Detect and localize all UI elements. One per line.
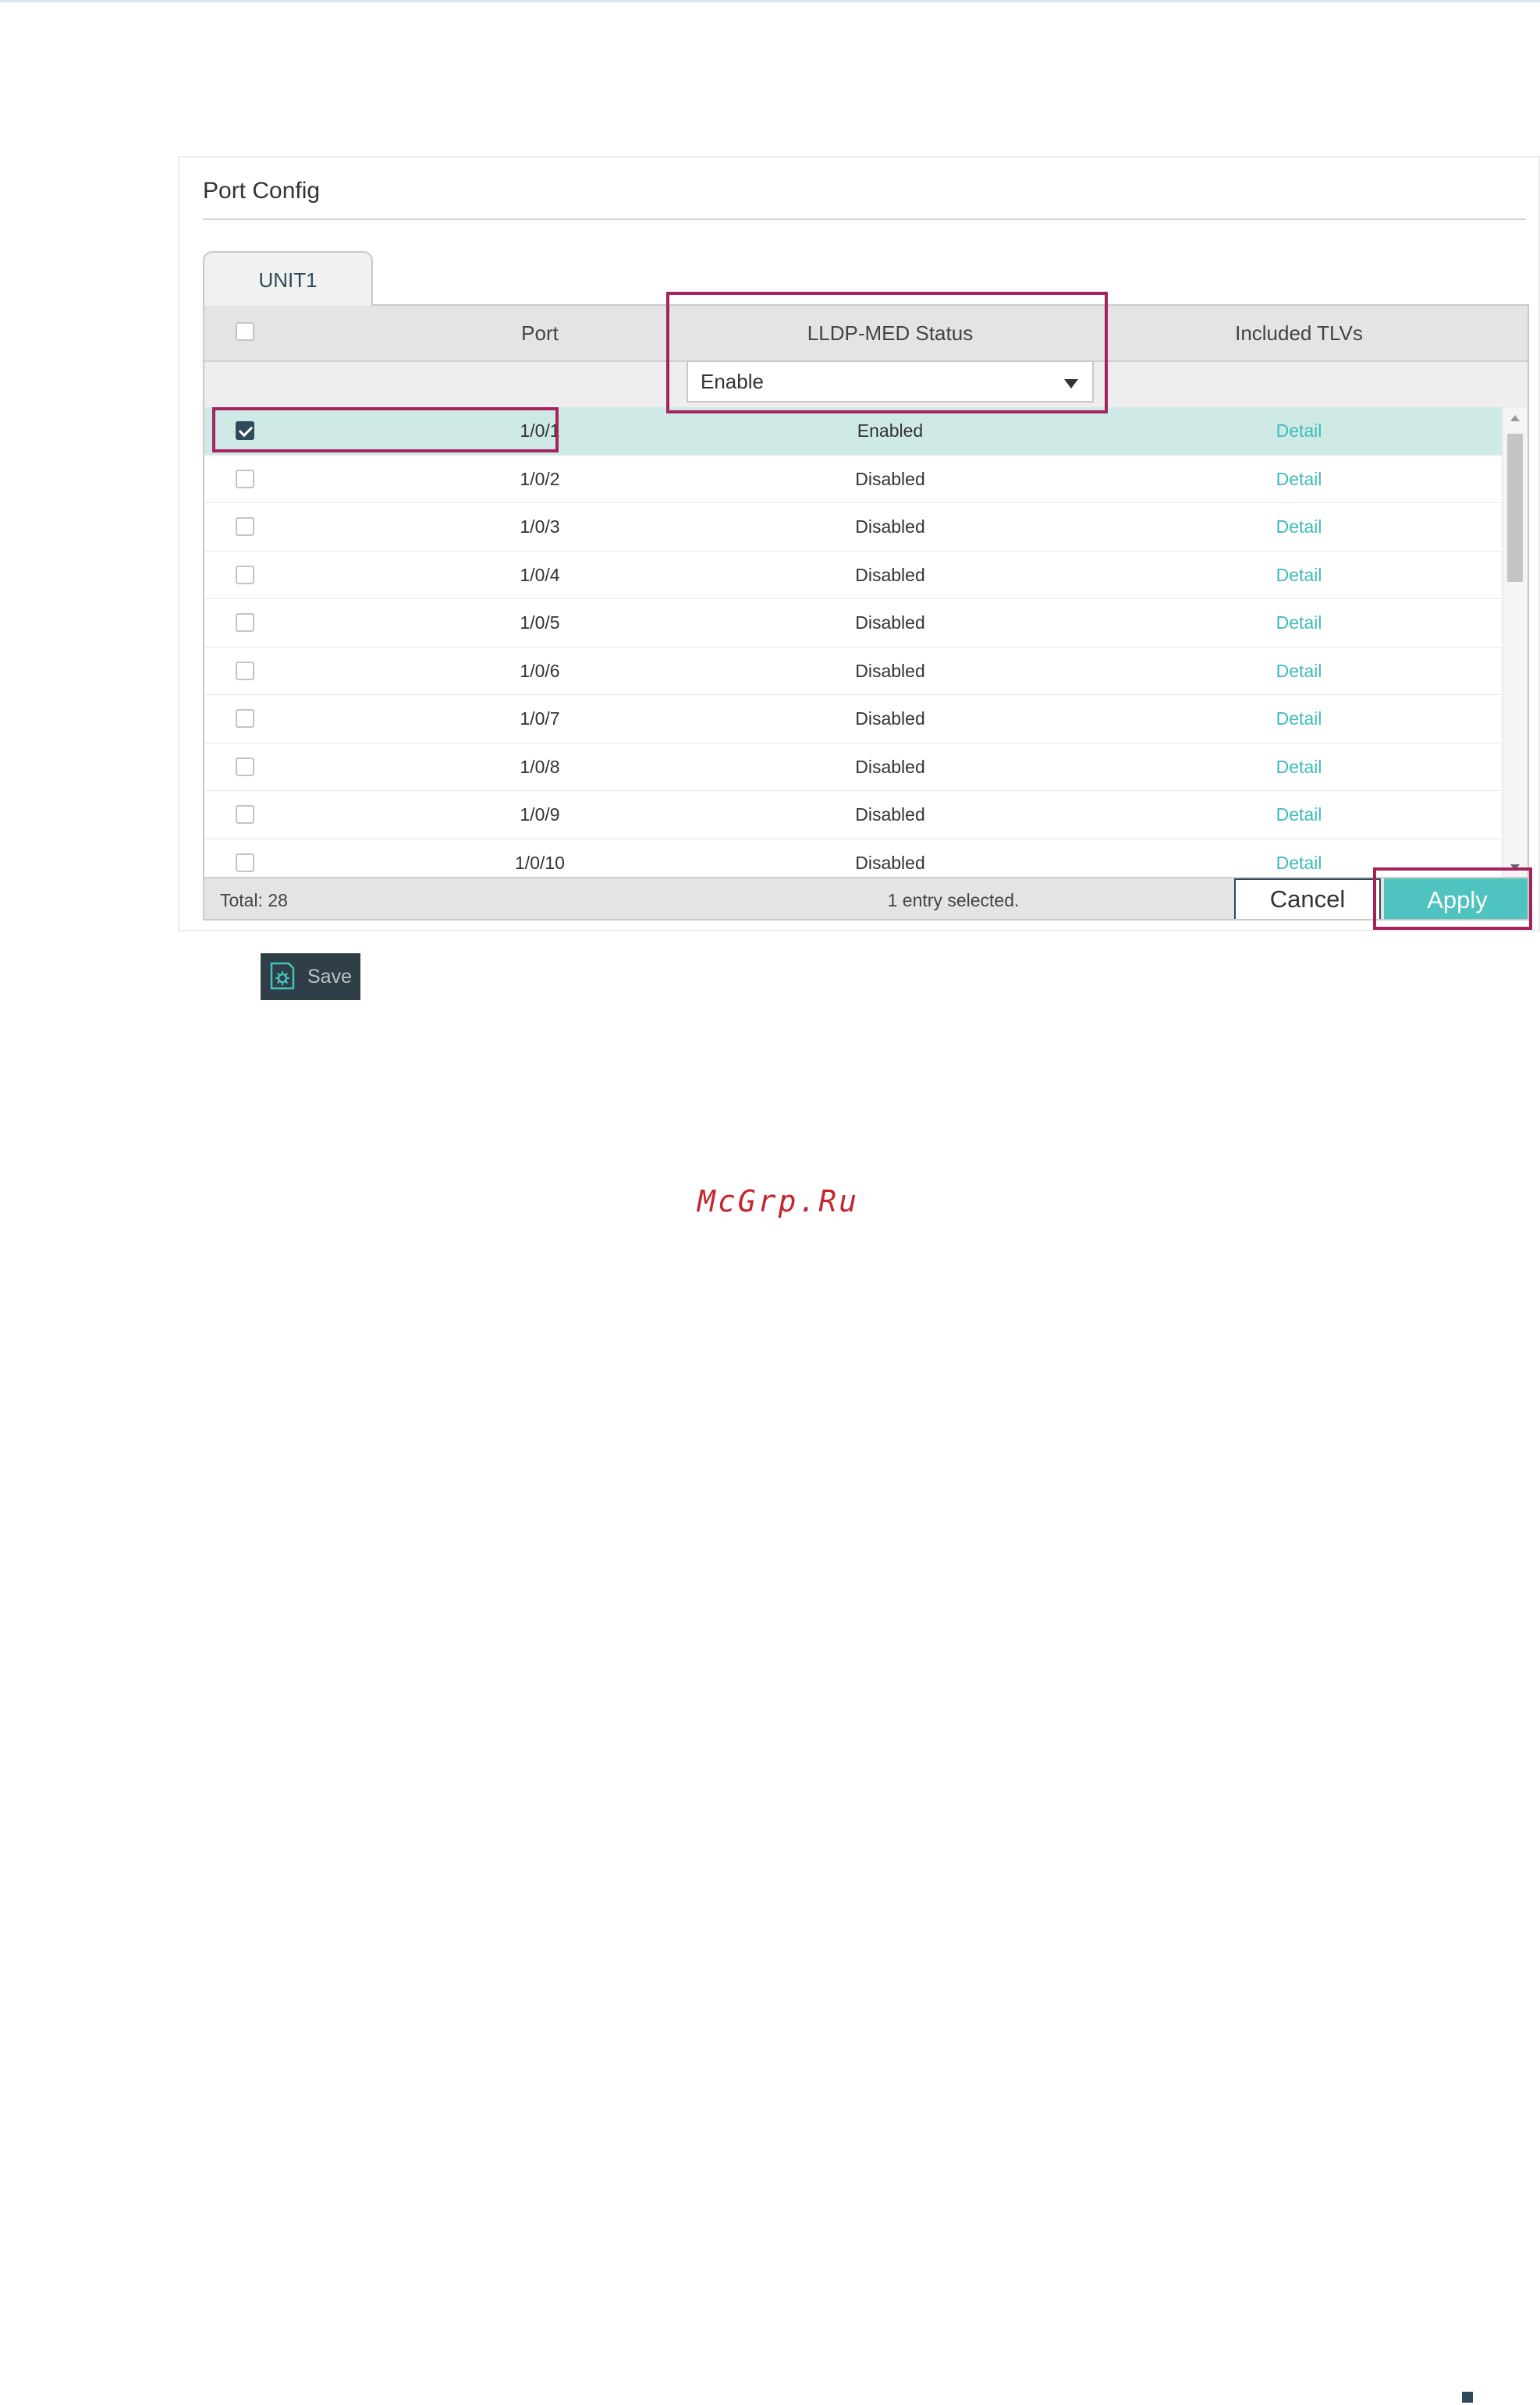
port-cell: 1/0/4 (520, 564, 560, 585)
chevron-down-icon (1064, 379, 1078, 388)
scroll-up-icon[interactable] (1510, 415, 1520, 421)
table-row[interactable]: 1/0/9 Disabled Detail (204, 791, 1504, 839)
detail-link[interactable]: Detail (1094, 407, 1504, 454)
detail-link[interactable]: Detail (1094, 552, 1504, 598)
detail-link[interactable]: Detail (1094, 743, 1504, 790)
table-row[interactable]: 1/0/1 Enabled Detail (204, 407, 1504, 456)
status-cell: Disabled (855, 564, 925, 585)
column-header-tlvs[interactable]: Included TLVs (1094, 306, 1504, 360)
port-cell: 1/0/2 (520, 468, 560, 489)
row-checkbox[interactable] (236, 853, 254, 872)
port-cell: 1/0/8 (520, 756, 560, 777)
port-config-panel: Port Config UNIT1 Port LLDP-MED Status I… (178, 156, 1540, 931)
port-cell: 1/0/3 (520, 516, 560, 537)
detail-link[interactable]: Detail (1094, 647, 1504, 694)
table-row[interactable]: 1/0/3 Disabled Detail (204, 503, 1504, 552)
save-gear-icon (270, 962, 295, 990)
panel-title: Port Config (203, 178, 321, 204)
row-checkbox[interactable] (236, 517, 254, 536)
page-marker (1462, 2392, 1473, 2403)
detail-link[interactable]: Detail (1094, 456, 1504, 502)
save-button[interactable]: Save (261, 953, 360, 1000)
port-table: Port LLDP-MED Status Included TLVs Enabl… (203, 304, 1529, 920)
port-cell: 1/0/1 (520, 420, 560, 441)
status-cell: Enabled (857, 420, 924, 441)
port-cell: 1/0/7 (520, 708, 560, 729)
lldp-med-status-select[interactable]: Enable (687, 360, 1094, 403)
status-cell: Disabled (855, 468, 925, 489)
table-row[interactable]: 1/0/5 Disabled Detail (204, 599, 1504, 647)
scroll-thumb[interactable] (1507, 434, 1523, 582)
port-cell: 1/0/9 (520, 804, 560, 825)
detail-link[interactable]: Detail (1094, 695, 1504, 742)
table-scrollbar[interactable] (1502, 407, 1528, 877)
detail-link[interactable]: Detail (1094, 599, 1504, 646)
detail-link[interactable]: Detail (1094, 791, 1504, 838)
row-checkbox[interactable] (236, 613, 254, 632)
port-cell: 1/0/6 (520, 660, 560, 681)
row-checkbox[interactable] (236, 709, 254, 728)
select-all-checkbox[interactable] (236, 322, 254, 341)
apply-button[interactable]: Apply (1384, 878, 1528, 919)
tab-unit1[interactable]: UNIT1 (203, 251, 373, 306)
status-cell: Disabled (855, 804, 925, 825)
table-row[interactable]: 1/0/8 Disabled Detail (204, 743, 1504, 791)
table-row[interactable]: 1/0/2 Disabled Detail (204, 456, 1504, 503)
cancel-button[interactable]: Cancel (1234, 878, 1381, 919)
table-row[interactable]: 1/0/7 Disabled Detail (204, 695, 1504, 743)
column-header-port[interactable]: Port (407, 306, 672, 360)
table-header: Port LLDP-MED Status Included TLVs (204, 306, 1528, 362)
row-checkbox[interactable] (236, 565, 254, 584)
detail-link[interactable]: Detail (1094, 503, 1504, 550)
table-body: 1/0/1 Enabled Detail 1/0/2 Disabled Deta… (204, 407, 1504, 887)
row-checkbox[interactable] (236, 757, 254, 776)
scroll-down-icon[interactable] (1510, 864, 1520, 871)
watermark-text: McGrp.Ru (697, 1184, 860, 1218)
table-footer: Total: 28 1 entry selected. Cancel Apply (204, 877, 1528, 919)
column-header-status[interactable]: LLDP-MED Status (687, 306, 1094, 360)
row-checkbox[interactable] (236, 421, 254, 440)
row-checkbox[interactable] (236, 805, 254, 824)
select-value: Enable (701, 370, 764, 393)
status-cell: Disabled (855, 708, 925, 729)
save-label: Save (307, 966, 352, 988)
status-cell: Disabled (855, 516, 925, 537)
table-row[interactable]: 1/0/4 Disabled Detail (204, 552, 1504, 599)
top-divider (0, 0, 1540, 2)
status-cell: Disabled (855, 756, 925, 777)
status-cell: Disabled (855, 612, 925, 633)
selection-count: 1 entry selected. (887, 890, 1020, 910)
total-count: Total: 28 (220, 890, 288, 910)
title-divider (203, 218, 1526, 220)
table-row[interactable]: 1/0/6 Disabled Detail (204, 647, 1504, 695)
row-checkbox[interactable] (236, 661, 254, 680)
row-checkbox[interactable] (236, 469, 254, 488)
port-cell: 1/0/5 (520, 612, 560, 633)
status-cell: Disabled (855, 660, 925, 681)
